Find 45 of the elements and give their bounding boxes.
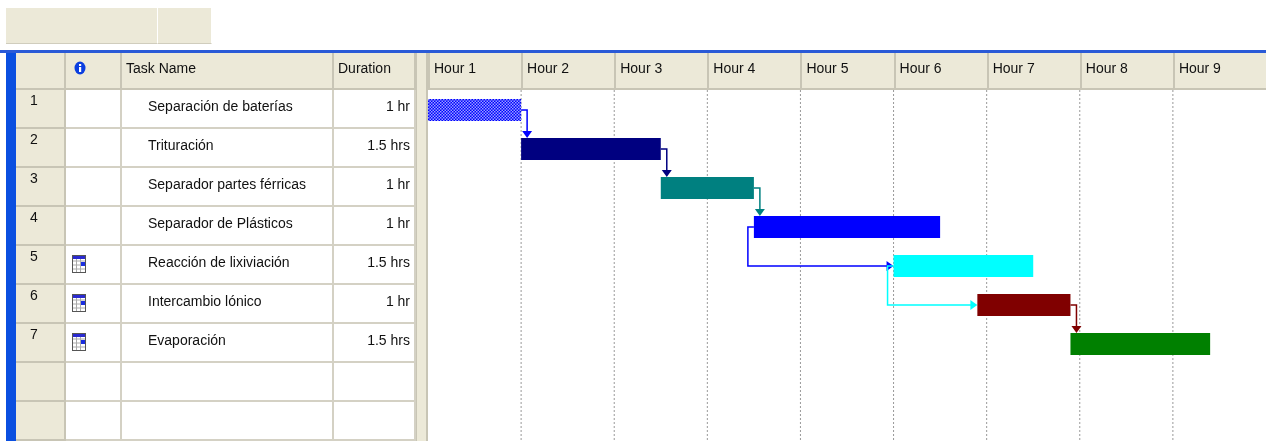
table-cell: 1.5 hrs bbox=[334, 324, 416, 363]
table-cell bbox=[66, 402, 122, 441]
dependency-arrow bbox=[753, 187, 765, 216]
timescale-cell: Hour 7 bbox=[986, 53, 1080, 88]
row-number[interactable]: 6 bbox=[16, 285, 66, 324]
dependency-arrow bbox=[520, 109, 533, 138]
calendar-icon bbox=[72, 333, 86, 351]
table-cell: 1.5 hrs bbox=[334, 129, 416, 168]
row-number[interactable]: 4 bbox=[16, 207, 66, 246]
task-bar[interactable] bbox=[428, 99, 522, 121]
table-cell: Separador de Plásticos bbox=[122, 207, 334, 246]
timescale-cell: Hour 8 bbox=[1079, 53, 1173, 88]
table-cell: 1 hr bbox=[334, 90, 416, 129]
table-cell: Evaporación bbox=[122, 324, 334, 363]
timescale-cell: Hour 5 bbox=[800, 53, 894, 88]
dependency-arrow bbox=[1069, 304, 1082, 333]
timescale-cell: Hour 1 bbox=[428, 53, 522, 88]
table-cell: 1 hr bbox=[334, 207, 416, 246]
table-cell: 1 hr bbox=[334, 168, 416, 207]
row-number[interactable]: 7 bbox=[16, 324, 66, 363]
row-number[interactable]: 1 bbox=[16, 90, 66, 129]
table-cell: Intercambio lónico bbox=[122, 285, 334, 324]
table-cell: Separación de baterías bbox=[122, 90, 334, 129]
calendar-icon bbox=[72, 294, 86, 312]
row-number[interactable]: 5 bbox=[16, 246, 66, 285]
table-cell: Separador partes férricas bbox=[122, 168, 334, 207]
timescale-cell: Hour 4 bbox=[707, 53, 801, 88]
task-bar[interactable] bbox=[977, 294, 1071, 316]
timescale-cell: Hour 3 bbox=[614, 53, 708, 88]
timescale-cell: Hour 6 bbox=[893, 53, 987, 88]
table-cell: 1.5 hrs bbox=[334, 246, 416, 285]
calendar-icon bbox=[72, 255, 86, 273]
table-cell: Reacción de lixiviación bbox=[122, 246, 334, 285]
timescale-cell: Hour 2 bbox=[521, 53, 615, 88]
table-cell: Trituración bbox=[122, 129, 334, 168]
info-icon bbox=[74, 60, 86, 75]
table-cell: 1 hr bbox=[334, 285, 416, 324]
timescale-cell: Hour 9 bbox=[1172, 53, 1266, 88]
dependency-arrow bbox=[660, 148, 672, 177]
row-number[interactable]: 2 bbox=[16, 129, 66, 168]
row-number[interactable]: 3 bbox=[16, 168, 66, 207]
column-header[interactable]: Task Name bbox=[122, 53, 334, 90]
column-header[interactable]: Duration bbox=[334, 53, 416, 90]
row-number[interactable] bbox=[16, 363, 66, 402]
row-number[interactable] bbox=[16, 402, 66, 441]
